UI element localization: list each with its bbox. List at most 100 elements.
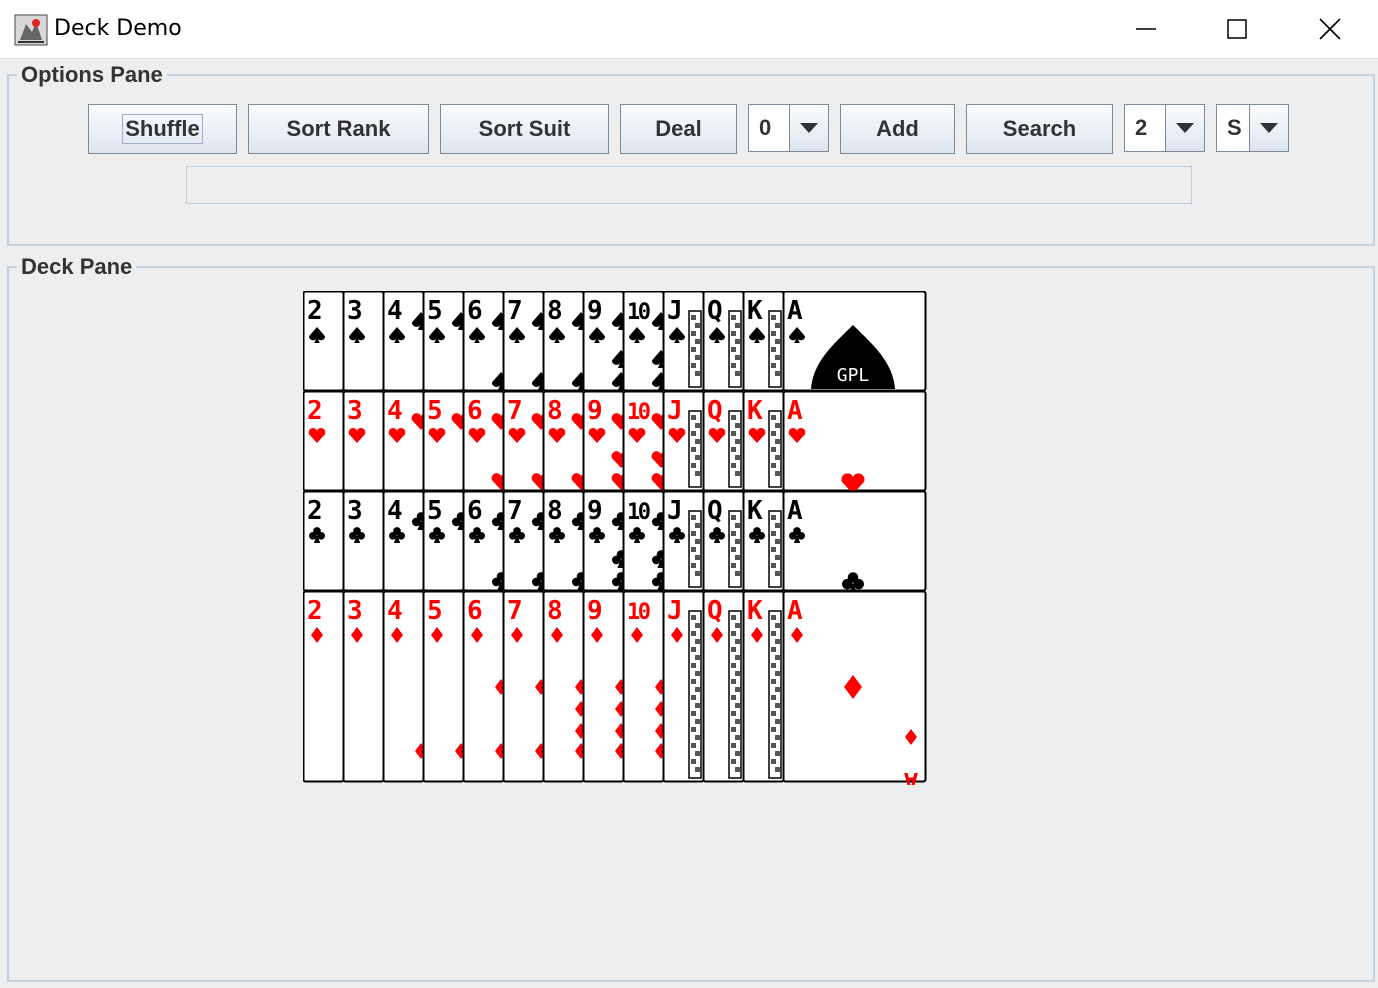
card-Q-of-clubs: Q [702,490,745,592]
card-5-of-diamonds: 5 [422,590,467,783]
card-J-of-spades: J [662,291,705,392]
face-card-figure [768,510,782,588]
card-rank-label: 9 [587,496,603,526]
search-suit-combo[interactable]: S [1216,104,1289,152]
deal-count-value: 0 [759,115,772,140]
card-rank-label: 2 [307,496,323,526]
add-button[interactable]: Add [840,104,955,154]
chevron-down-icon[interactable] [789,105,828,151]
card-rank-label: 8 [547,396,563,426]
card-rank-label: 6 [467,496,483,526]
card-rank-label: A [787,296,803,326]
card-rank-label: 5 [427,496,443,526]
face-card-figure [728,410,742,488]
search-rank-combo[interactable]: 2 [1124,104,1205,152]
card-rank-label: 9 [587,596,603,626]
card-rank-label: J [667,496,683,526]
card-rank-label: 4 [387,296,403,326]
card-rank-label: 9 [587,296,603,326]
card-Q-of-hearts: Q [702,390,745,492]
card-A-of-diamonds: AA [782,590,927,785]
card-rank-label: A [903,767,918,785]
card-rank-label: 10 [627,600,651,625]
card-rank-label: K [747,396,763,426]
java-app-icon [14,14,48,46]
card-K-of-spades: K [742,291,785,392]
face-card-figure [688,510,702,588]
card-rank-label: 2 [307,396,323,426]
deal-count-combo[interactable]: 0 [748,104,829,152]
sort-rank-button[interactable]: Sort Rank [248,104,429,154]
card-rank-label: Q [707,396,723,426]
card-A-of-clubs: A [782,490,927,594]
card-4-of-diamonds: 4 [382,590,427,783]
gpl-label: GPL [837,365,870,386]
card-rank-label: 3 [347,596,363,626]
card-rank-label: 6 [467,596,483,626]
card-rank-label: 7 [507,296,523,326]
card-10-of-diamonds: 10 [622,590,667,783]
minimize-button[interactable] [1116,4,1176,54]
card-3-of-spades: 3 [342,291,385,392]
options-pane: Options Pane [7,62,1375,246]
card-A-of-hearts: A [782,390,927,494]
close-button[interactable] [1300,4,1360,54]
card-rank-label: 2 [307,596,323,626]
chevron-down-icon[interactable] [1165,105,1204,151]
card-2-of-hearts: 2 [303,390,345,492]
card-rank-label: 2 [307,296,323,326]
card-rank-label: 7 [507,596,523,626]
sort-suit-button[interactable]: Sort Suit [440,104,609,154]
maximize-icon [1227,19,1247,39]
face-card-figure [728,310,742,388]
card-rank-label: 5 [427,396,443,426]
card-J-of-clubs: J [662,490,705,592]
search-button[interactable]: Search [966,104,1113,154]
card-J-of-diamonds: J [662,590,705,783]
card-rank-label: 10 [627,400,651,425]
shuffle-label: Shuffle [122,114,203,144]
card-3-of-hearts: 3 [342,390,385,492]
card-rank-label: 4 [387,496,403,526]
face-card-figure [728,610,742,779]
close-icon [1319,18,1341,40]
card-grid: 2 3 4 5 6 7 8 9 10 J Q K AGPL2 3 4 5 6 7 8 9 10 J Q K A2 3 4 5 6 7 8 9 1… [303,291,927,785]
minimize-icon [1136,28,1156,30]
card-rank-label: J [667,296,683,326]
maximize-button[interactable] [1207,4,1267,54]
card-rank-label: 6 [467,396,483,426]
card-rank-label: 3 [347,296,363,326]
card-rank-label: K [747,596,763,626]
card-rank-label: 7 [507,396,523,426]
face-card-figure [768,310,782,388]
card-K-of-diamonds: K [742,590,785,783]
face-card-figure [688,610,702,779]
window-title-bar: Deck Demo [0,0,1378,59]
card-rank-label: Q [707,296,723,326]
card-3-of-diamonds: 3 [342,590,385,783]
card-2-of-spades: 2 [303,291,345,392]
card-rank-label: Q [707,596,723,626]
options-pane-title: Options Pane [17,62,167,88]
card-Q-of-diamonds: Q [702,590,745,783]
card-rank-label: 10 [627,500,651,525]
shuffle-button[interactable]: Shuffle [88,104,237,154]
card-rank-label: 5 [427,296,443,326]
card-rank-label: K [747,496,763,526]
card-rank-label: 3 [347,496,363,526]
card-rank-label: A [787,596,803,626]
card-Q-of-spades: Q [702,291,745,392]
face-card-figure [768,410,782,488]
card-rank-label: 5 [427,596,443,626]
card-9-of-diamonds: 9 [582,590,627,783]
card-rank-label: J [667,396,683,426]
card-J-of-hearts: J [662,390,705,492]
card-rank-label: 4 [387,596,403,626]
chevron-down-icon[interactable] [1249,105,1288,151]
card-rank-label: 8 [547,296,563,326]
window-title: Deck Demo [54,16,182,41]
card-2-of-diamonds: 2 [303,590,345,783]
status-text-field[interactable] [186,166,1192,204]
deal-button[interactable]: Deal [620,104,737,154]
search-rank-value: 2 [1135,115,1148,140]
